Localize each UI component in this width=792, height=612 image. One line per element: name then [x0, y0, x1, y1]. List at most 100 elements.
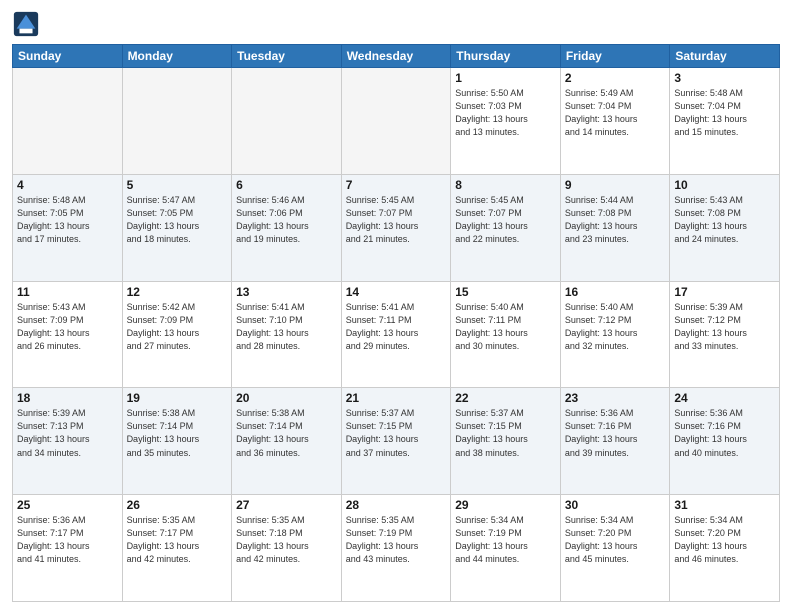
day-info: Sunrise: 5:34 AM Sunset: 7:19 PM Dayligh… [455, 514, 556, 566]
day-number: 26 [127, 498, 228, 512]
day-cell: 19 Sunrise: 5:38 AM Sunset: 7:14 PM Dayli… [122, 388, 232, 495]
day-number: 3 [674, 71, 775, 85]
day-info: Sunrise: 5:37 AM Sunset: 7:15 PM Dayligh… [346, 407, 447, 459]
day-cell: 6 Sunrise: 5:46 AM Sunset: 7:06 PM Daylig… [232, 174, 342, 281]
day-number: 18 [17, 391, 118, 405]
day-cell: 17Sunrise: 5:39 AM Sunset: 7:12 PM Dayli… [670, 281, 780, 388]
weekday-header-tuesday: Tuesday [232, 45, 342, 68]
day-number: 29 [455, 498, 556, 512]
day-info: Sunrise: 5:36 AM Sunset: 7:16 PM Dayligh… [565, 407, 666, 459]
weekday-header-wednesday: Wednesday [341, 45, 451, 68]
day-cell: 31Sunrise: 5:34 AM Sunset: 7:20 PM Dayli… [670, 495, 780, 602]
day-number: 2 [565, 71, 666, 85]
day-cell: 16 Sunrise: 5:40 AM Sunset: 7:12 PM Dayli… [560, 281, 670, 388]
week-row-1: 1 Sunrise: 5:50 AM Sunset: 7:03 PM Daylig… [13, 68, 780, 175]
header [12, 10, 780, 38]
day-cell: 4 Sunrise: 5:48 AM Sunset: 7:05 PM Daylig… [13, 174, 123, 281]
day-number: 14 [346, 285, 447, 299]
day-number: 4 [17, 178, 118, 192]
day-number: 31 [674, 498, 775, 512]
week-row-4: 18Sunrise: 5:39 AM Sunset: 7:13 PM Dayli… [13, 388, 780, 495]
day-cell: 20 Sunrise: 5:38 AM Sunset: 7:14 PM Dayli… [232, 388, 342, 495]
day-cell: 15 Sunrise: 5:40 AM Sunset: 7:11 PM Dayli… [451, 281, 561, 388]
day-info: Sunrise: 5:47 AM Sunset: 7:05 PM Dayligh… [127, 194, 228, 246]
day-number: 11 [17, 285, 118, 299]
day-cell: 5 Sunrise: 5:47 AM Sunset: 7:05 PM Daylig… [122, 174, 232, 281]
day-cell: 10 Sunrise: 5:43 AM Sunset: 7:08 PM Dayli… [670, 174, 780, 281]
day-info: Sunrise: 5:41 AM Sunset: 7:11 PM Dayligh… [346, 301, 447, 353]
day-cell: 27 Sunrise: 5:35 AM Sunset: 7:18 PM Dayli… [232, 495, 342, 602]
logo-icon [12, 10, 40, 38]
day-number: 20 [236, 391, 337, 405]
week-row-5: 25 Sunrise: 5:36 AM Sunset: 7:17 PM Dayli… [13, 495, 780, 602]
day-info: Sunrise: 5:37 AM Sunset: 7:15 PM Dayligh… [455, 407, 556, 459]
page: SundayMondayTuesdayWednesdayThursdayFrid… [0, 0, 792, 612]
day-info: Sunrise: 5:50 AM Sunset: 7:03 PM Dayligh… [455, 87, 556, 139]
day-info: Sunrise: 5:40 AM Sunset: 7:11 PM Dayligh… [455, 301, 556, 353]
day-info: Sunrise: 5:45 AM Sunset: 7:07 PM Dayligh… [455, 194, 556, 246]
day-number: 24 [674, 391, 775, 405]
day-cell: 21Sunrise: 5:37 AM Sunset: 7:15 PM Dayli… [341, 388, 451, 495]
day-info: Sunrise: 5:41 AM Sunset: 7:10 PM Dayligh… [236, 301, 337, 353]
day-number: 1 [455, 71, 556, 85]
weekday-header-sunday: Sunday [13, 45, 123, 68]
day-info: Sunrise: 5:38 AM Sunset: 7:14 PM Dayligh… [236, 407, 337, 459]
day-cell: 30Sunrise: 5:34 AM Sunset: 7:20 PM Dayli… [560, 495, 670, 602]
day-info: Sunrise: 5:42 AM Sunset: 7:09 PM Dayligh… [127, 301, 228, 353]
day-info: Sunrise: 5:40 AM Sunset: 7:12 PM Dayligh… [565, 301, 666, 353]
weekday-header-row: SundayMondayTuesdayWednesdayThursdayFrid… [13, 45, 780, 68]
day-cell: 12 Sunrise: 5:42 AM Sunset: 7:09 PM Dayli… [122, 281, 232, 388]
weekday-header-saturday: Saturday [670, 45, 780, 68]
day-number: 16 [565, 285, 666, 299]
day-cell: 25 Sunrise: 5:36 AM Sunset: 7:17 PM Dayli… [13, 495, 123, 602]
day-number: 13 [236, 285, 337, 299]
day-number: 7 [346, 178, 447, 192]
day-info: Sunrise: 5:46 AM Sunset: 7:06 PM Dayligh… [236, 194, 337, 246]
day-cell: 29 Sunrise: 5:34 AM Sunset: 7:19 PM Dayli… [451, 495, 561, 602]
day-number: 6 [236, 178, 337, 192]
day-info: Sunrise: 5:36 AM Sunset: 7:17 PM Dayligh… [17, 514, 118, 566]
day-cell: 11 Sunrise: 5:43 AM Sunset: 7:09 PM Dayli… [13, 281, 123, 388]
day-number: 12 [127, 285, 228, 299]
day-number: 23 [565, 391, 666, 405]
weekday-header-friday: Friday [560, 45, 670, 68]
day-cell [122, 68, 232, 175]
day-cell: 1 Sunrise: 5:50 AM Sunset: 7:03 PM Daylig… [451, 68, 561, 175]
day-cell: 18Sunrise: 5:39 AM Sunset: 7:13 PM Dayli… [13, 388, 123, 495]
day-info: Sunrise: 5:34 AM Sunset: 7:20 PM Dayligh… [565, 514, 666, 566]
day-cell: 28Sunrise: 5:35 AM Sunset: 7:19 PM Dayli… [341, 495, 451, 602]
day-number: 19 [127, 391, 228, 405]
day-number: 28 [346, 498, 447, 512]
day-cell: 24 Sunrise: 5:36 AM Sunset: 7:16 PM Dayli… [670, 388, 780, 495]
day-info: Sunrise: 5:35 AM Sunset: 7:18 PM Dayligh… [236, 514, 337, 566]
day-number: 17 [674, 285, 775, 299]
logo [12, 10, 44, 38]
day-info: Sunrise: 5:48 AM Sunset: 7:04 PM Dayligh… [674, 87, 775, 139]
day-cell: 3 Sunrise: 5:48 AM Sunset: 7:04 PM Daylig… [670, 68, 780, 175]
day-number: 5 [127, 178, 228, 192]
week-row-3: 11 Sunrise: 5:43 AM Sunset: 7:09 PM Dayli… [13, 281, 780, 388]
day-number: 27 [236, 498, 337, 512]
day-info: Sunrise: 5:36 AM Sunset: 7:16 PM Dayligh… [674, 407, 775, 459]
day-info: Sunrise: 5:48 AM Sunset: 7:05 PM Dayligh… [17, 194, 118, 246]
day-number: 8 [455, 178, 556, 192]
day-cell: 23 Sunrise: 5:36 AM Sunset: 7:16 PM Dayli… [560, 388, 670, 495]
day-cell: 2Sunrise: 5:49 AM Sunset: 7:04 PM Daylig… [560, 68, 670, 175]
day-cell: 22 Sunrise: 5:37 AM Sunset: 7:15 PM Dayli… [451, 388, 561, 495]
day-cell: 9 Sunrise: 5:44 AM Sunset: 7:08 PM Daylig… [560, 174, 670, 281]
day-info: Sunrise: 5:44 AM Sunset: 7:08 PM Dayligh… [565, 194, 666, 246]
day-info: Sunrise: 5:43 AM Sunset: 7:09 PM Dayligh… [17, 301, 118, 353]
day-number: 10 [674, 178, 775, 192]
day-number: 9 [565, 178, 666, 192]
day-cell: 7Sunrise: 5:45 AM Sunset: 7:07 PM Daylig… [341, 174, 451, 281]
day-number: 22 [455, 391, 556, 405]
weekday-header-monday: Monday [122, 45, 232, 68]
day-number: 15 [455, 285, 556, 299]
day-info: Sunrise: 5:38 AM Sunset: 7:14 PM Dayligh… [127, 407, 228, 459]
day-info: Sunrise: 5:35 AM Sunset: 7:17 PM Dayligh… [127, 514, 228, 566]
calendar-table: SundayMondayTuesdayWednesdayThursdayFrid… [12, 44, 780, 602]
day-info: Sunrise: 5:43 AM Sunset: 7:08 PM Dayligh… [674, 194, 775, 246]
day-number: 25 [17, 498, 118, 512]
day-cell [341, 68, 451, 175]
day-cell: 14 Sunrise: 5:41 AM Sunset: 7:11 PM Dayli… [341, 281, 451, 388]
